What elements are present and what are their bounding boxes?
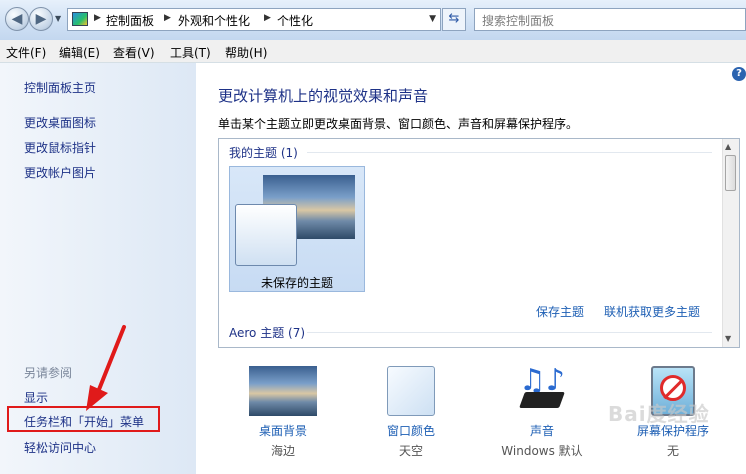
save-theme-link[interactable]: 保存主题 bbox=[536, 303, 584, 320]
option-value: Windows 默认 bbox=[501, 444, 583, 458]
address-field[interactable]: ▶ 控制面板 ▶ 外观和个性化 ▶ 个性化 ▼ bbox=[67, 8, 441, 31]
group-divider bbox=[307, 332, 712, 333]
option-name[interactable]: 声音 bbox=[487, 422, 597, 439]
get-more-themes-link[interactable]: 联机获取更多主题 bbox=[604, 303, 700, 320]
chevron-right-icon[interactable]: ▶ bbox=[94, 13, 101, 23]
scroll-down-icon[interactable]: ▼ bbox=[725, 334, 731, 343]
window-color-option[interactable]: 窗口颜色 天空 bbox=[356, 366, 466, 459]
breadcrumb-appearance[interactable]: 外观和个性化 bbox=[178, 12, 250, 29]
sound-option[interactable]: ♫♪ 声音 Windows 默认 bbox=[487, 366, 597, 459]
breadcrumb-control-panel[interactable]: 控制面板 bbox=[106, 12, 154, 29]
help-icon[interactable]: ? bbox=[732, 67, 746, 81]
menu-edit[interactable]: 编辑(E) bbox=[59, 44, 100, 61]
ease-of-access-link[interactable]: 轻松访问中心 bbox=[24, 439, 96, 456]
back-button[interactable]: ◀ bbox=[5, 7, 29, 31]
baidu-watermark: Bai度经验 bbox=[608, 402, 710, 426]
address-dropdown-icon[interactable]: ▼ bbox=[429, 14, 436, 24]
scroll-up-icon[interactable]: ▲ bbox=[725, 142, 731, 151]
search-input[interactable]: 搜索控制面板 bbox=[474, 8, 746, 31]
control-panel-icon bbox=[72, 12, 88, 26]
chevron-right-icon[interactable]: ▶ bbox=[164, 13, 171, 23]
page-title: 更改计算机上的视觉效果和声音 bbox=[218, 87, 429, 105]
change-account-picture-link[interactable]: 更改帐户图片 bbox=[24, 164, 96, 181]
menu-file[interactable]: 文件(F) bbox=[6, 44, 46, 61]
option-value: 天空 bbox=[398, 444, 423, 458]
option-value: 无 bbox=[666, 444, 679, 458]
theme-list[interactable]: 我的主题 (1) 未保存的主题 保存主题 联机获取更多主题 Aero 主题 (7… bbox=[218, 138, 740, 348]
menu-bar: 文件(F) 编辑(E) 查看(V) 工具(T) 帮助(H) bbox=[0, 40, 746, 63]
see-also-heading: 另请参阅 bbox=[24, 366, 73, 380]
red-arrow-annotation bbox=[86, 325, 126, 411]
breadcrumb-personalization[interactable]: 个性化 bbox=[277, 12, 313, 29]
address-bar-area: ◀ ▶ ▼ ▶ 控制面板 ▶ 外观和个性化 ▶ 个性化 ▼ ⇆ 搜索控制面板 bbox=[0, 0, 746, 40]
menu-view[interactable]: 查看(V) bbox=[113, 44, 155, 61]
scroll-thumb[interactable] bbox=[725, 155, 736, 191]
page-description: 单击某个主题立即更改桌面背景、窗口颜色、声音和屏幕保护程序。 bbox=[218, 117, 579, 131]
my-themes-heading[interactable]: 我的主题 (1) bbox=[229, 144, 298, 161]
theme-tile-unsaved[interactable]: 未保存的主题 bbox=[229, 166, 365, 292]
aero-themes-heading[interactable]: Aero 主题 (7) bbox=[229, 324, 305, 341]
refresh-button[interactable]: ⇆ bbox=[442, 8, 466, 31]
history-dropdown-icon[interactable]: ▼ bbox=[55, 14, 61, 23]
option-value: 海边 bbox=[270, 444, 295, 458]
theme-list-scrollbar[interactable]: ▲ ▼ bbox=[722, 139, 739, 347]
theme-window-preview bbox=[235, 204, 297, 266]
option-name[interactable]: 桌面背景 bbox=[228, 422, 338, 439]
menu-tools[interactable]: 工具(T) bbox=[170, 44, 211, 61]
desktop-background-icon bbox=[249, 366, 317, 416]
window-color-icon bbox=[387, 366, 435, 416]
forward-button[interactable]: ▶ bbox=[29, 7, 53, 31]
menu-help[interactable]: 帮助(H) bbox=[225, 44, 267, 61]
change-mouse-pointers-link[interactable]: 更改鼠标指针 bbox=[24, 139, 96, 156]
display-link[interactable]: 显示 bbox=[24, 389, 48, 406]
desktop-background-option[interactable]: 桌面背景 海边 bbox=[228, 366, 338, 459]
option-name[interactable]: 窗口颜色 bbox=[356, 422, 466, 439]
theme-tile-label: 未保存的主题 bbox=[260, 276, 333, 290]
group-divider bbox=[307, 152, 712, 153]
control-panel-home-link[interactable]: 控制面板主页 bbox=[24, 79, 96, 96]
sound-icon: ♫♪ bbox=[516, 366, 568, 416]
change-desktop-icons-link[interactable]: 更改桌面图标 bbox=[24, 114, 96, 131]
chevron-right-icon[interactable]: ▶ bbox=[264, 13, 271, 23]
